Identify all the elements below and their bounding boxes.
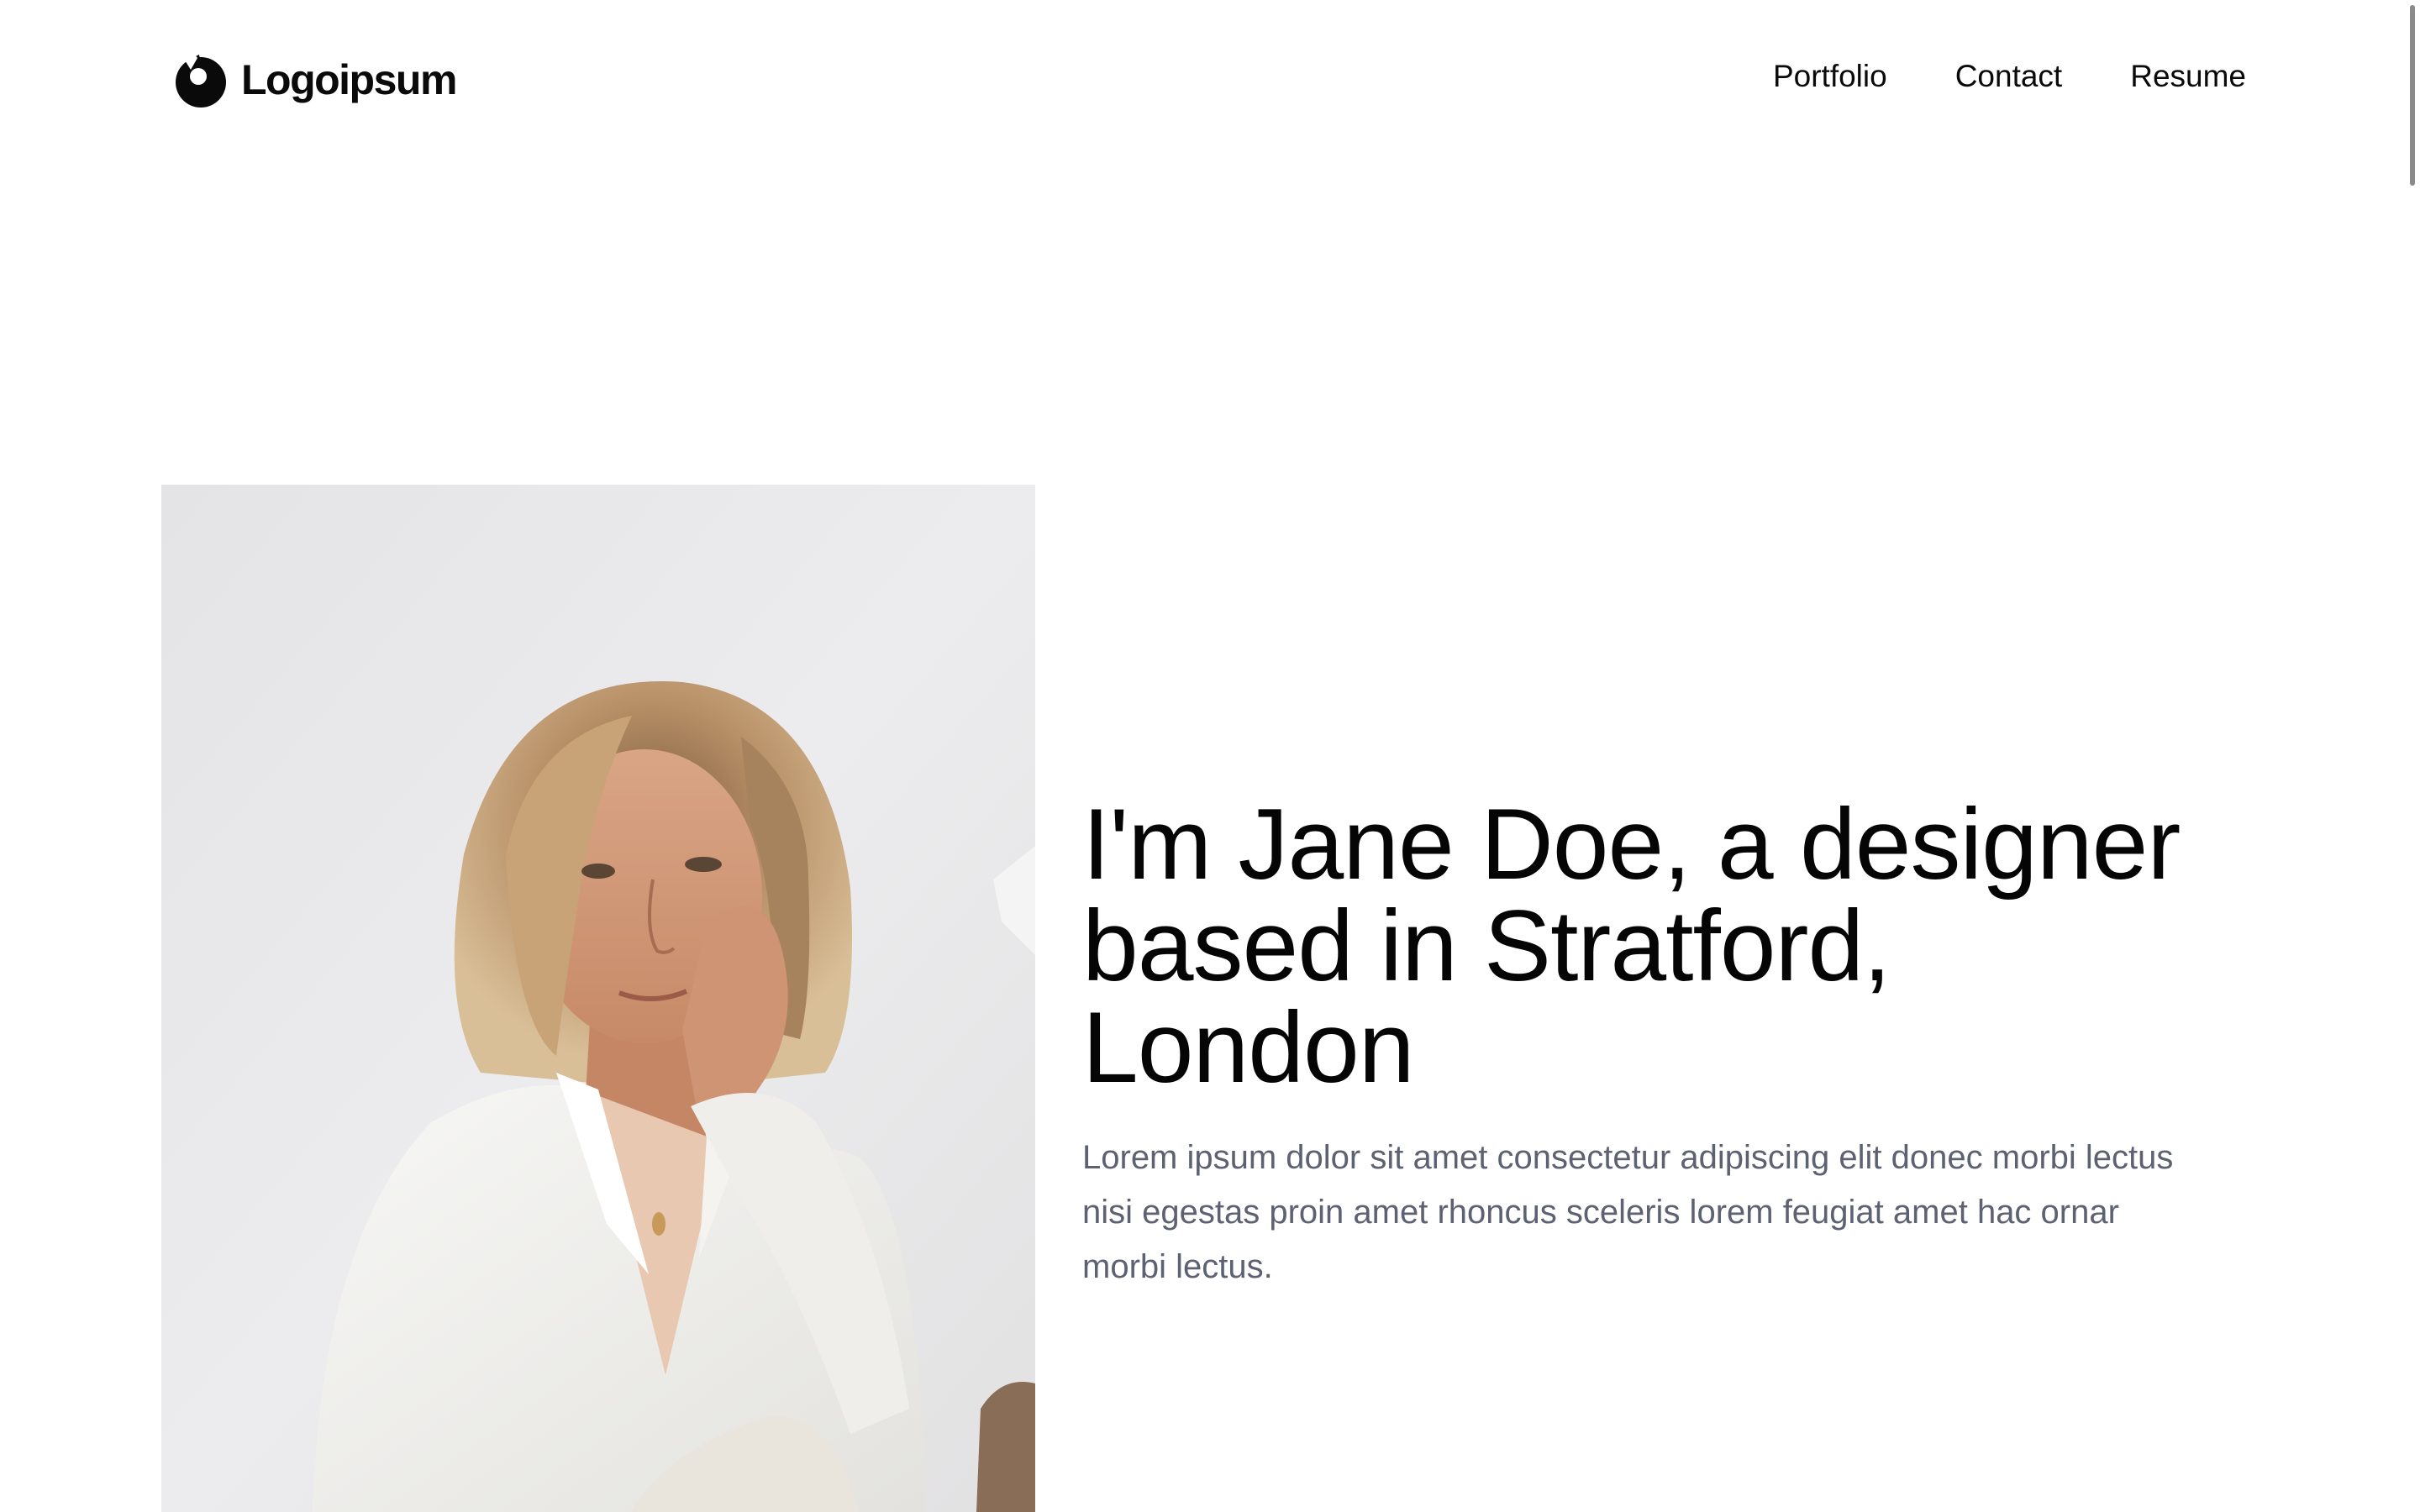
logo[interactable]: Logoipsum [172,50,457,109]
scrollbar[interactable] [2398,0,2420,1512]
logo-text: Logoipsum [241,56,457,103]
main-nav: Portfolio Contact Resume [1773,59,2246,94]
hero-portrait-image [161,485,1035,1512]
site-header: Logoipsum Portfolio Contact Resume [0,0,2420,160]
scrollbar-thumb[interactable] [2410,5,2415,186]
nav-link-portfolio[interactable]: Portfolio [1773,59,1887,94]
hero-description: Lorem ipsum dolor sit amet consectetur a… [1082,1139,2174,1285]
hero-section: I'm Jane Doe, a designer based in Stratf… [1082,794,2242,1294]
nav-link-contact[interactable]: Contact [1955,59,2063,94]
nav-link-resume[interactable]: Resume [2130,59,2246,94]
hero-title: I'm Jane Doe, a designer based in Stratf… [1082,788,2181,1104]
logoipsum-mark-icon [176,54,226,108]
